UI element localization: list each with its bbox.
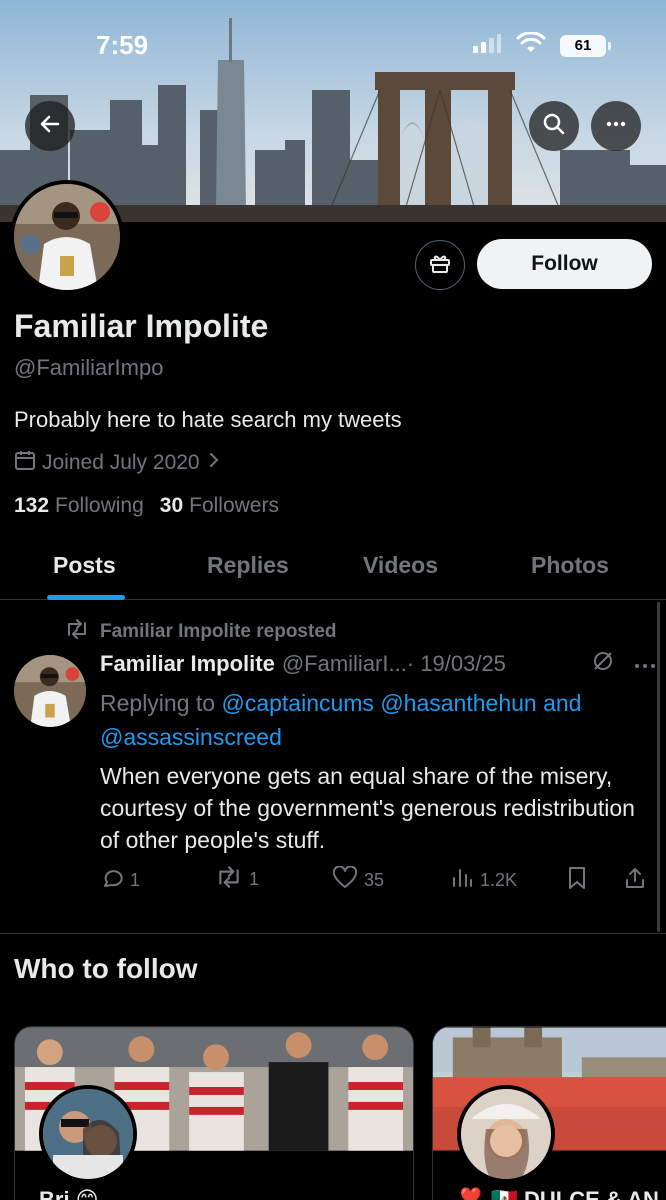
back-button[interactable] <box>25 101 75 151</box>
post-text: When everyone gets an equal share of the… <box>100 763 635 853</box>
mention-link[interactable]: @assassinscreed <box>100 724 282 750</box>
post-more-icon[interactable] <box>634 651 656 677</box>
profile-bio: Probably here to hate search my tweets <box>14 407 402 432</box>
reply-button[interactable]: 1 <box>100 866 140 895</box>
follow-suggestion-card[interactable]: Bri 😊 <box>14 1026 414 1200</box>
followers-label: Followers <box>189 494 279 517</box>
post-actions: 1 1 35 1.2K <box>100 865 656 896</box>
avatar-photo <box>14 184 120 290</box>
repost-header[interactable]: Familiar Impolite reposted <box>64 619 337 645</box>
mention-link[interactable]: @hasanthehun <box>380 690 536 716</box>
back-arrow-icon <box>38 112 62 141</box>
profile-tabs: Posts Replies Videos Photos <box>0 540 666 600</box>
follow-stats: 132 Following 30 Followers <box>14 494 279 518</box>
bookmark-button[interactable] <box>566 866 588 895</box>
more-options-button[interactable] <box>591 101 641 151</box>
tab-videos[interactable]: Videos <box>363 552 438 579</box>
share-icon <box>623 866 647 895</box>
heart-icon <box>332 865 358 895</box>
joined-date-link[interactable]: Joined July 2020 <box>14 449 222 477</box>
following-count: 132 <box>14 494 50 517</box>
repost-icon <box>64 619 90 645</box>
like-count: 35 <box>364 870 385 890</box>
share-button[interactable] <box>623 866 647 895</box>
calendar-icon <box>14 449 36 477</box>
gift-icon <box>428 251 452 280</box>
search-icon <box>542 112 566 141</box>
grok-icon[interactable] <box>592 650 614 678</box>
chevron-right-icon <box>206 451 222 475</box>
repost-action-icon <box>215 866 243 893</box>
repost-count: 1 <box>249 869 260 889</box>
more-dots-icon <box>604 112 628 141</box>
profile-name: Familiar Impolite <box>14 308 269 344</box>
gift-button[interactable] <box>415 240 465 290</box>
section-divider <box>0 933 666 934</box>
suggestion-avatar-photo <box>43 1089 133 1179</box>
scrollbar[interactable] <box>657 602 660 932</box>
search-button[interactable] <box>529 101 579 151</box>
followers-link[interactable]: 30 Followers <box>160 494 279 518</box>
bookmark-icon <box>566 866 588 895</box>
following-label: Following <box>55 494 144 517</box>
suggestion-name: Bri 😊 <box>39 1187 99 1200</box>
views-chart-icon <box>450 866 474 895</box>
post-header: Familiar Impolite @FamiliarI... · 19/03/… <box>100 650 656 678</box>
mention-and[interactable]: and <box>543 690 581 716</box>
following-link[interactable]: 132 Following <box>14 494 144 518</box>
joined-text: Joined July 2020 <box>42 451 200 474</box>
post-avatar-photo <box>14 655 86 727</box>
reply-icon <box>100 866 124 895</box>
post-author-name[interactable]: Familiar Impolite <box>100 651 275 677</box>
wifi-icon <box>516 31 546 59</box>
status-icons: 61 <box>472 31 611 59</box>
signal-icon <box>472 32 502 59</box>
active-tab-indicator <box>47 595 125 600</box>
profile-avatar[interactable] <box>10 180 124 294</box>
post-author-handle[interactable]: @FamiliarI... <box>282 651 407 677</box>
follow-suggestion-card[interactable]: ❣️ 🇲🇽 DULCE & AN <box>432 1026 666 1200</box>
suggestion-avatar[interactable] <box>457 1085 555 1183</box>
tab-photos[interactable]: Photos <box>531 552 609 579</box>
post-author-avatar[interactable] <box>14 655 86 727</box>
suggestion-name: ❣️ 🇲🇽 DULCE & AN <box>457 1187 659 1200</box>
suggestion-avatar-photo <box>461 1089 551 1179</box>
profile-handle: @FamiliarImpo <box>14 355 164 380</box>
repost-label: Familiar Impolite reposted <box>100 621 337 642</box>
who-to-follow-title: Who to follow <box>14 953 198 984</box>
repost-button[interactable]: 1 <box>215 866 259 893</box>
post-date[interactable]: · 19/03/25 <box>407 651 506 677</box>
views-count: 1.2K <box>480 870 518 890</box>
replying-to: Replying to @captaincums @hasanthehun an… <box>100 686 640 754</box>
tab-replies[interactable]: Replies <box>207 552 289 579</box>
replying-prefix: Replying to <box>100 690 216 716</box>
like-button[interactable]: 35 <box>332 865 385 895</box>
tab-posts[interactable]: Posts <box>53 552 116 579</box>
suggestion-avatar[interactable] <box>39 1085 137 1183</box>
mention-link[interactable]: @captaincums <box>221 690 373 716</box>
follow-button[interactable]: Follow <box>477 239 652 289</box>
reply-count: 1 <box>130 870 141 890</box>
followers-count: 30 <box>159 494 184 517</box>
battery-indicator: 61 <box>560 34 611 57</box>
views-button[interactable]: 1.2K <box>450 866 517 895</box>
status-bar: 7:59 61 <box>0 0 666 90</box>
status-time: 7:59 <box>96 30 149 60</box>
